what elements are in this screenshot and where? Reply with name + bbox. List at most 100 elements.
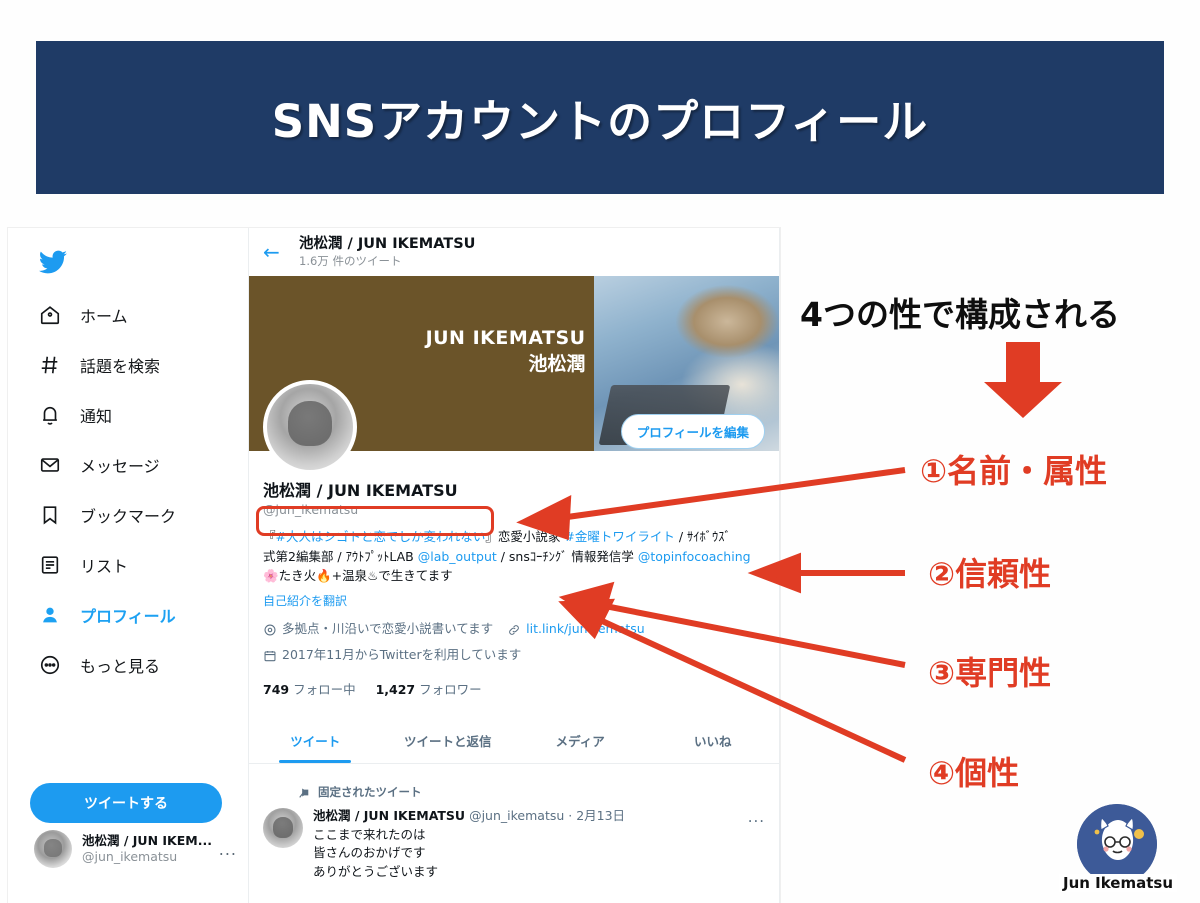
edit-profile-label: プロフィールを編集 (636, 425, 749, 440)
sidebar-item-notifications[interactable]: 通知 (30, 390, 240, 440)
profile-tweet-count: 1.6万 件のツイート (299, 253, 402, 268)
profile-avatar[interactable] (263, 380, 357, 474)
profile-website-text[interactable]: lit.link/junikematsu (526, 618, 645, 640)
sidebar-item-label: メッセージ (80, 457, 160, 476)
tab-media[interactable]: メディア (514, 718, 647, 763)
avatar[interactable] (263, 808, 303, 848)
following-stat[interactable]: 749 フォロー中 (263, 682, 360, 697)
pinned-tweet-handle: @jun_ikematsu (469, 808, 565, 823)
tab-tweets[interactable]: ツイート (249, 718, 382, 763)
sidebar-item-label: 通知 (80, 407, 113, 426)
followers-label: フォロワー (419, 681, 482, 697)
list-icon (38, 553, 62, 577)
tab-label: メディア (555, 734, 605, 749)
annotation-label-2: ②信頼性 (928, 555, 1052, 593)
account-switcher-handle: @jun_ikematsu (82, 849, 178, 864)
tab-label: いいね (693, 734, 732, 749)
bio-line2-part2: / snsｺｰﾁﾝｸﾞ 情報発信学 (496, 548, 638, 564)
profile-joined: 2017年11月からTwitterを利用しています (263, 644, 521, 666)
home-icon (38, 303, 62, 327)
sidebar-item-messages[interactable]: メッセージ (30, 440, 240, 490)
back-arrow-icon[interactable]: ← (263, 240, 283, 264)
pin-icon (297, 786, 310, 799)
profile-bio-section: 池松潤 / JUN IKEMATSU @jun_ikematsu 『#大人はシゴ… (249, 481, 779, 698)
twitter-screenshot: ホーム 話題を検索 通知 メッセージ ブックマーク リスト プロフィール もっと… (8, 228, 780, 903)
compose-tweet-label: ツイートする (84, 796, 168, 812)
slide-title-banner: SNSアカウントのプロフィール (36, 41, 1164, 194)
person-icon (38, 603, 62, 627)
sidebar-nav: ホーム 話題を検索 通知 メッセージ ブックマーク リスト プロフィール もっと… (30, 290, 240, 690)
profile-header-titles: 池松潤 / JUN IKEMATSU 1.6万 件のツイート (299, 235, 475, 269)
page-title: SNSアカウントのプロフィール (271, 95, 929, 148)
location-pin-icon (263, 622, 277, 636)
profile-location-text: 多拠点・川沿いで恋愛小説書いてます (282, 621, 494, 637)
pinned-tweet-text: ここまで来れたのは 皆さんのおかげです ありがとうございます (313, 827, 439, 879)
sidebar-item-explore[interactable]: 話題を検索 (30, 340, 240, 390)
compose-tweet-button[interactable]: ツイートする (30, 783, 222, 823)
bio-line2-part1: 式第2編集部 / ｱｳﾄﾌﾟｯﾄLAB (263, 548, 418, 564)
tweet-menu-icon[interactable]: ... (740, 808, 765, 881)
pinned-tweet-date: 2月13日 (576, 808, 626, 823)
sidebar-item-label: 話題を検索 (80, 357, 161, 376)
bio-line1-part3: / ｻｲﾎﾞｳｽﾞ (674, 529, 731, 545)
sidebar-item-profile[interactable]: プロフィール (30, 590, 240, 640)
account-menu-icon[interactable]: ... (219, 840, 237, 859)
bio-hashtag-1[interactable]: #大人はシゴトと恋でしか変われない (276, 529, 486, 544)
following-count: 749 (263, 681, 290, 697)
banner-name-ja: 池松潤 (528, 352, 586, 375)
profile-header-bar: ← 池松潤 / JUN IKEMATSU 1.6万 件のツイート (249, 228, 779, 276)
profile-handle: @jun_ikematsu (263, 502, 359, 518)
profile-bio-text: 『#大人はシゴトと恋でしか変われない』恋愛小説家 #金曜トワイライト / ｻｲﾎ… (263, 527, 765, 585)
bio-mention-2[interactable]: @topinfocoaching (638, 549, 751, 564)
profile-main-column: ← 池松潤 / JUN IKEMATSU 1.6万 件のツイート JUN IKE… (248, 228, 780, 903)
pinned-tweet[interactable]: 固定されたツイート 池松潤 / JUN IKEMATSU @jun_ikemat… (249, 774, 779, 881)
brand-avatar-icon (1077, 804, 1157, 884)
edit-profile-button[interactable]: プロフィールを編集 (620, 414, 765, 449)
followers-count: 1,427 (375, 681, 416, 697)
following-label: フォロー中 (293, 681, 356, 697)
account-switcher[interactable]: 池松潤 / JUN IKEM... @jun_ikematsu ... (28, 820, 243, 878)
account-switcher-name: 池松潤 / JUN IKEM... (82, 833, 212, 849)
banner-name-en: JUN IKEMATSU (425, 327, 586, 349)
sidebar-item-label: リスト (80, 557, 129, 576)
twitter-sidebar: ホーム 話題を検索 通知 メッセージ ブックマーク リスト プロフィール もっと… (8, 228, 248, 903)
pinned-tweet-header: 池松潤 / JUN IKEMATSU @jun_ikematsu · 2月13日 (313, 808, 730, 824)
bio-line3: 🌸たき火🔥+温泉♨で生きてます (263, 567, 453, 583)
pinned-tweet-author: 池松潤 / JUN IKEMATSU (313, 808, 466, 823)
sidebar-item-home[interactable]: ホーム (30, 290, 240, 340)
tab-tweets-replies[interactable]: ツイートと返信 (382, 718, 515, 763)
more-dots-icon (38, 653, 62, 677)
bio-hashtag-2[interactable]: #金曜トワイライト (564, 529, 674, 544)
envelope-icon (38, 453, 62, 477)
tab-likes[interactable]: いいね (647, 718, 780, 763)
bio-mention-1[interactable]: @lab_output (418, 549, 497, 564)
bell-icon (38, 403, 62, 427)
bio-line1-part2: 』恋愛小説家 (485, 529, 565, 545)
profile-website[interactable]: lit.link/junikematsu (507, 618, 645, 640)
profile-location: 多拠点・川沿いで恋愛小説書いてます (263, 618, 493, 640)
annotation-heading: 4つの性で構成される (800, 295, 1120, 334)
twitter-bird-icon[interactable] (38, 248, 68, 276)
sidebar-item-label: もっと見る (80, 657, 161, 676)
sidebar-item-more[interactable]: もっと見る (30, 640, 240, 690)
sidebar-item-lists[interactable]: リスト (30, 540, 240, 590)
bio-line1-part1: 『 (263, 529, 276, 545)
profile-joined-text: 2017年11月からTwitterを利用しています (282, 647, 522, 663)
account-switcher-names: 池松潤 / JUN IKEM... @jun_ikematsu (82, 833, 212, 864)
followers-stat[interactable]: 1,427 フォロワー (376, 682, 482, 697)
annotation-label-3: ③専門性 (928, 654, 1052, 692)
profile-display-name: 池松潤 / JUN IKEMATSU (263, 481, 458, 500)
pinned-tweet-label: 固定されたツイート (318, 785, 422, 799)
annotation-label-4: ④個性 (928, 754, 1020, 792)
banner-text: JUN IKEMATSU 池松潤 (426, 326, 586, 377)
link-icon (507, 622, 521, 636)
sidebar-item-bookmarks[interactable]: ブックマーク (30, 490, 240, 540)
pinned-tweet-content: 池松潤 / JUN IKEMATSU @jun_ikematsu · 2月13日… (313, 808, 730, 881)
pinned-tweet-separator: · (564, 808, 577, 823)
tab-label: ツイートと返信 (403, 734, 492, 749)
down-arrow-icon (984, 342, 1062, 418)
translate-bio-link[interactable]: 自己紹介を翻訳 (263, 592, 765, 609)
profile-meta: 多拠点・川沿いで恋愛小説書いてます lit.link/junikematsu 2… (263, 618, 765, 670)
sidebar-item-label: プロフィール (80, 607, 176, 626)
sidebar-item-label: ブックマーク (80, 507, 177, 526)
